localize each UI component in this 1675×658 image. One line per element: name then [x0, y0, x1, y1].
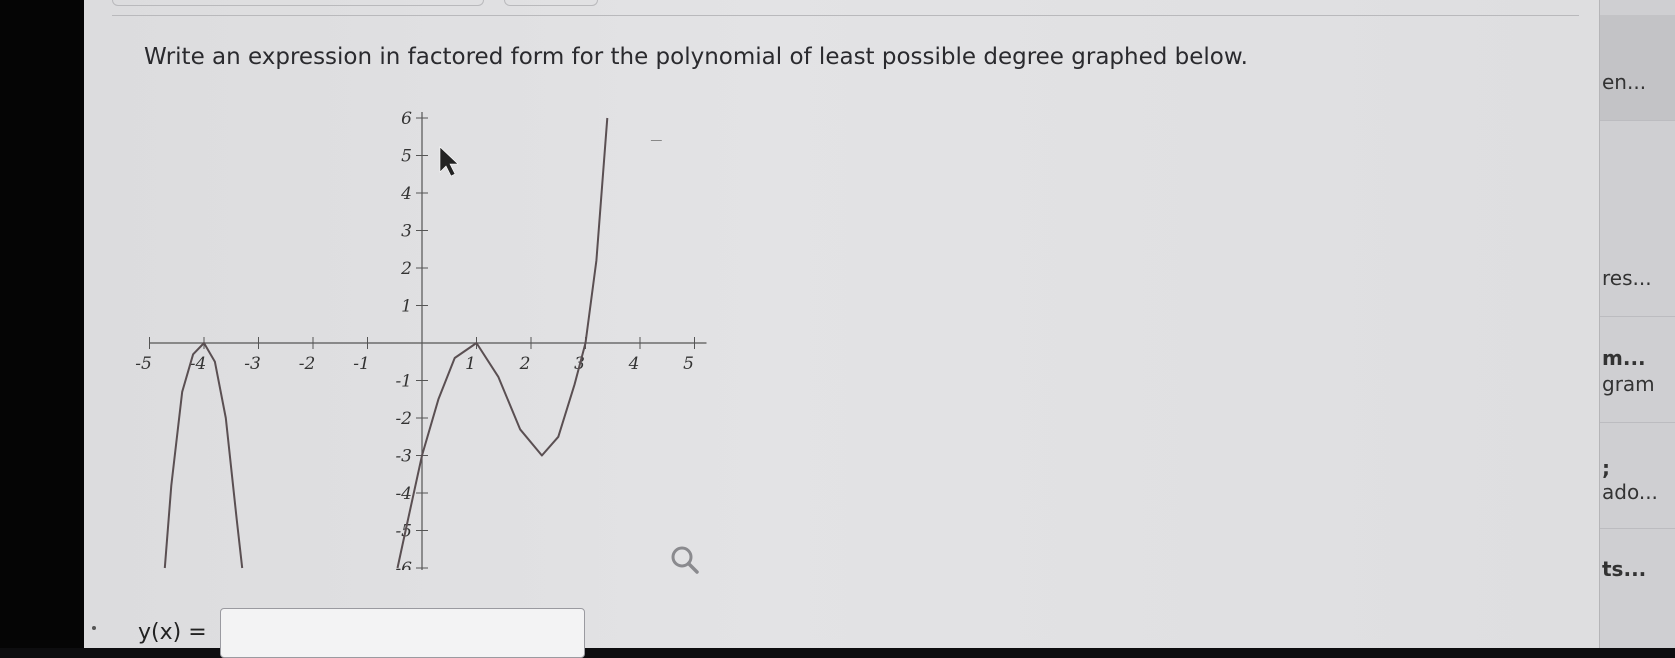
x-tick-label: 1: [465, 354, 476, 374]
right-sidebar: en... res... m... gram ; ado... ts...: [1599, 0, 1675, 648]
sidebar-item-label: en...: [1602, 70, 1647, 94]
sidebar-item-sublabel: gram: [1602, 372, 1655, 396]
polynomial-graph: -5 -4 -3 -2 -1 1 2 3 4 5654321-1-2-3-4-5-6: [135, 109, 707, 570]
sidebar-item[interactable]: ts...: [1600, 529, 1675, 648]
x-tick-label: -5: [135, 354, 152, 374]
magnifier-icon[interactable]: [670, 545, 700, 575]
y-tick-label: 4: [400, 184, 412, 204]
top-tab[interactable]: [112, 0, 484, 6]
y-tick-label: -4: [395, 484, 412, 504]
y-tick-label: 5: [401, 147, 412, 167]
answer-label: y(x) =: [138, 620, 207, 645]
sidebar-item[interactable]: ; ado...: [1600, 423, 1675, 529]
sidebar-item[interactable]: res...: [1600, 121, 1675, 317]
x-tick-label: -3: [244, 354, 261, 374]
y-tick-label: -3: [395, 447, 412, 467]
sidebar-item-label: res...: [1602, 266, 1652, 290]
sidebar-item-sublabel: ado...: [1602, 480, 1658, 504]
x-tick-label: 4: [628, 354, 640, 374]
y-tick-label: 1: [401, 297, 412, 317]
y-tick-label: 2: [400, 259, 412, 279]
divider: [112, 15, 1579, 16]
question-text: Write an expression in factored form for…: [144, 44, 1248, 70]
arrow-cursor-icon: [439, 146, 459, 177]
y-tick-label: -1: [395, 372, 412, 392]
screen-bezel: [0, 0, 84, 648]
y-tick-label: -2: [395, 409, 412, 429]
sidebar-item-label: ;: [1602, 456, 1610, 480]
list-bullet: [92, 626, 96, 630]
x-tick-label: -1: [353, 354, 370, 374]
polynomial-curve: [163, 342, 244, 569]
sidebar-item[interactable]: en...: [1600, 15, 1675, 121]
x-tick-label: -2: [299, 354, 316, 374]
x-tick-label: 5: [683, 354, 694, 374]
sidebar-item-label: ts...: [1602, 557, 1647, 581]
answer-input[interactable]: [220, 608, 585, 658]
y-tick-label: 6: [401, 109, 412, 129]
top-tab[interactable]: [504, 0, 598, 6]
sidebar-item[interactable]: m... gram: [1600, 317, 1675, 423]
answer-label-text: y(x) =: [138, 620, 207, 645]
sidebar-item-label: m...: [1602, 346, 1646, 370]
y-tick-label: 3: [401, 222, 412, 242]
x-tick-label: 2: [519, 354, 531, 374]
